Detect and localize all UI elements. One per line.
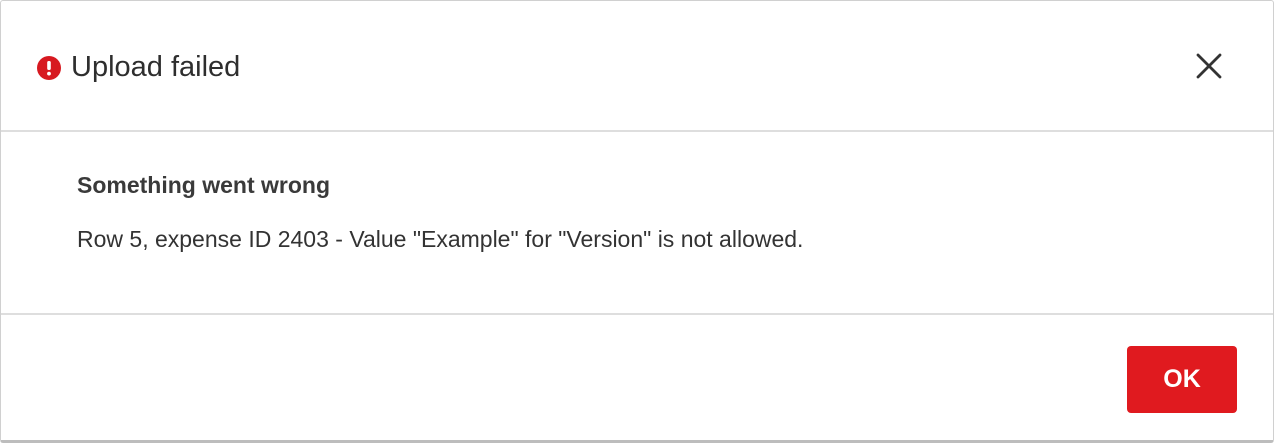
ok-button[interactable]: OK <box>1127 346 1237 413</box>
dialog-header: Upload failed <box>1 1 1273 132</box>
error-icon <box>37 56 61 80</box>
close-icon <box>1196 53 1222 84</box>
dialog-footer: OK <box>1 315 1273 441</box>
close-button[interactable] <box>1187 48 1231 88</box>
upload-failed-dialog: Upload failed Something went wrong Row 5… <box>0 0 1274 443</box>
dialog-body: Something went wrong Row 5, expense ID 2… <box>1 132 1273 315</box>
error-message: Row 5, expense ID 2403 - Value "Example"… <box>77 226 804 252</box>
error-heading: Something went wrong <box>77 172 330 198</box>
dialog-title: Upload failed <box>71 51 241 83</box>
